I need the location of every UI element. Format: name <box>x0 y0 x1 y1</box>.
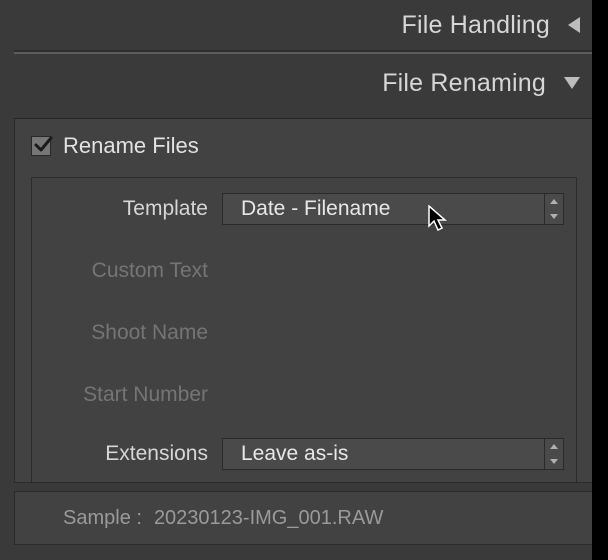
rename-files-label: Rename Files <box>63 133 199 159</box>
extensions-row: Extensions Leave as-is <box>32 426 576 482</box>
rename-form: Template Date - Filename Custom Text Sho… <box>31 177 577 482</box>
file-renaming-header[interactable]: File Renaming <box>0 54 608 112</box>
template-value: Date - Filename <box>241 197 390 221</box>
chevron-up-icon <box>550 199 558 204</box>
collapse-left-icon <box>568 17 580 33</box>
custom-text-label: Custom Text <box>32 259 222 283</box>
template-dropdown[interactable]: Date - Filename <box>222 193 564 225</box>
template-row: Template Date - Filename <box>32 178 576 240</box>
template-stepper[interactable] <box>544 194 564 224</box>
file-renaming-panel: Rename Files Template Date - Filename Cu… <box>14 118 594 483</box>
file-handling-title: File Handling <box>401 11 550 40</box>
expand-down-icon <box>564 77 580 89</box>
start-number-row: Start Number <box>32 364 576 426</box>
template-label: Template <box>32 197 222 221</box>
extensions-dropdown[interactable]: Leave as-is <box>222 438 564 470</box>
chevron-down-icon <box>550 459 558 464</box>
checkmark-icon <box>33 135 53 155</box>
custom-text-row: Custom Text <box>32 240 576 302</box>
shoot-name-label: Shoot Name <box>32 321 222 345</box>
sample-bar: Sample : 20230123-IMG_001.RAW <box>14 491 594 545</box>
rename-files-row: Rename Files <box>15 119 593 177</box>
extensions-value: Leave as-is <box>241 442 348 466</box>
chevron-up-icon <box>550 444 558 449</box>
file-renaming-title: File Renaming <box>382 69 546 98</box>
extensions-label: Extensions <box>32 442 222 466</box>
file-handling-header[interactable]: File Handling <box>0 0 608 50</box>
rename-files-checkbox[interactable] <box>31 136 51 156</box>
sample-value: 20230123-IMG_001.RAW <box>154 507 383 530</box>
sample-label: Sample : <box>63 507 142 530</box>
start-number-label: Start Number <box>32 383 222 407</box>
chevron-down-icon <box>550 214 558 219</box>
shoot-name-row: Shoot Name <box>32 302 576 364</box>
extensions-stepper[interactable] <box>544 439 564 469</box>
panel-right-edge <box>592 0 608 560</box>
